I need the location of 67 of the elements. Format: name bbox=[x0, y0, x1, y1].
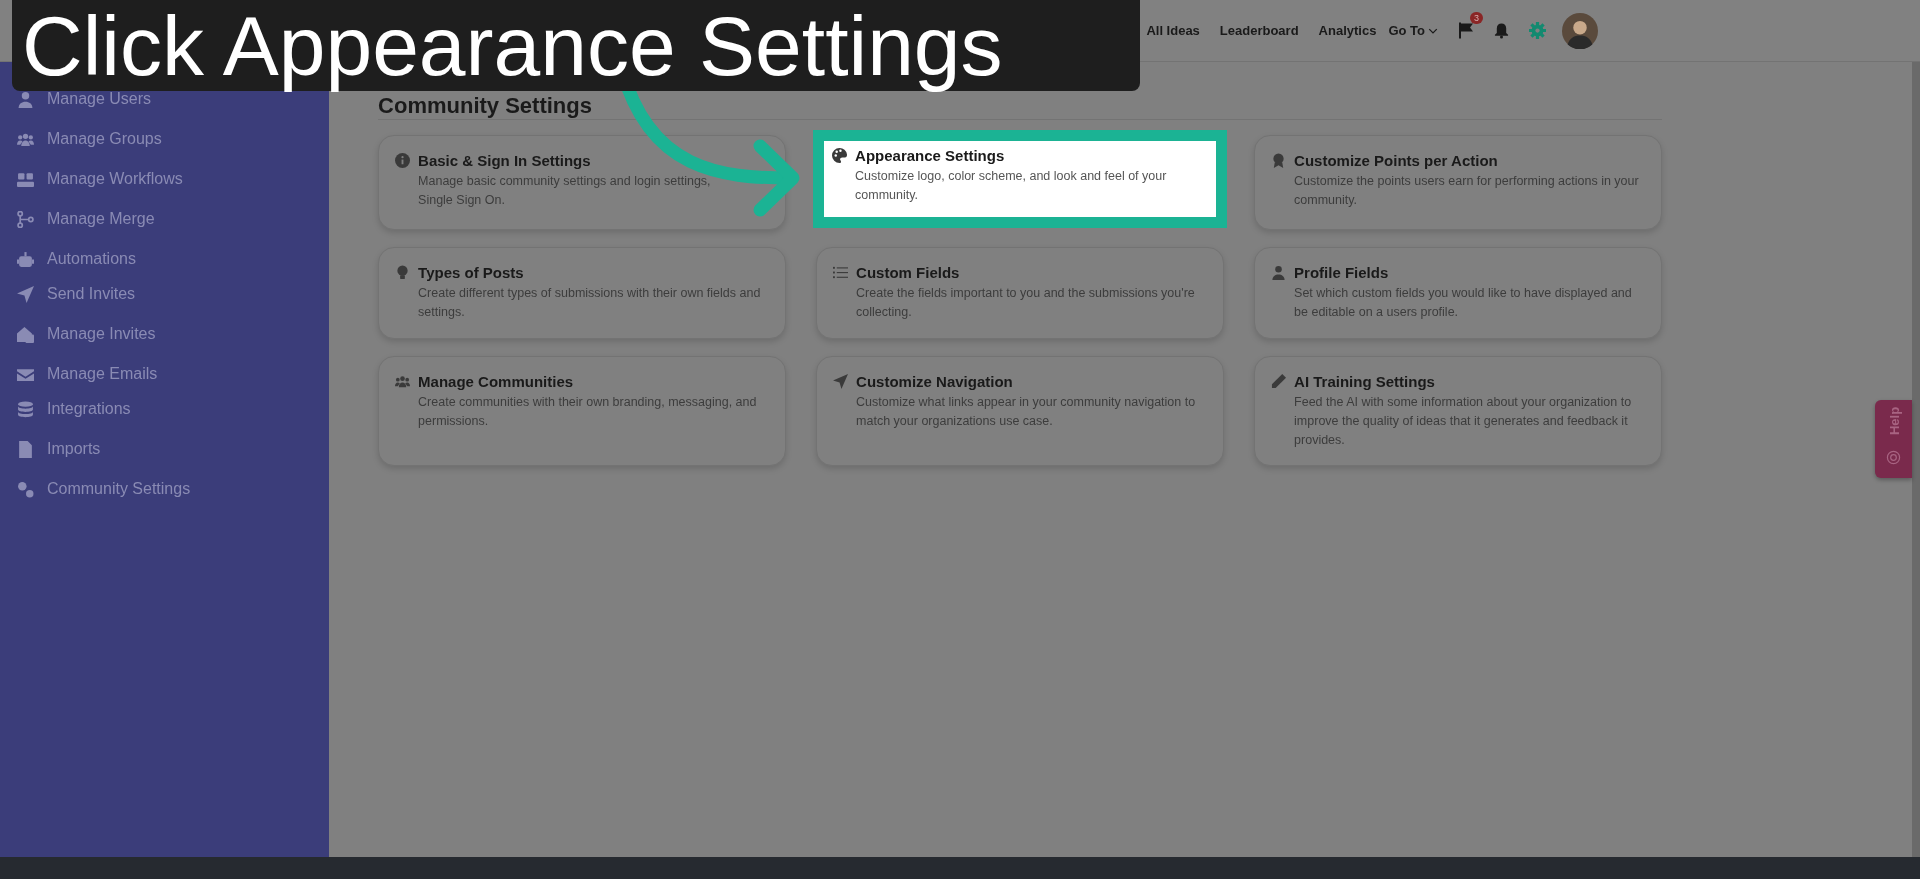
sidebar-item[interactable]: Manage Invites bbox=[47, 325, 156, 343]
sidebar-item[interactable]: Manage Groups bbox=[47, 130, 162, 148]
card-title: Types of Posts bbox=[418, 264, 524, 281]
settings-card[interactable]: Custom Fields Create the fields important to you and the submissions you're collecting. bbox=[816, 247, 1225, 339]
settings-card[interactable]: Appearance Settings Customize logo, color scheme, and look and feel of your community. bbox=[813, 130, 1228, 228]
card-title: Appearance Settings bbox=[855, 147, 1005, 164]
settings-card[interactable]: Customize Navigation Customize what links appear in your community navigation to match your organizations use case. bbox=[816, 356, 1225, 466]
branch-icon bbox=[17, 210, 34, 228]
people-icon bbox=[395, 374, 411, 389]
flag-icon[interactable] bbox=[1458, 22, 1474, 39]
sidebar-item[interactable]: Manage Workflows bbox=[47, 170, 183, 188]
card-title: Manage Communities bbox=[418, 373, 574, 390]
card-title: Custom Fields bbox=[856, 264, 960, 281]
avatar[interactable] bbox=[1562, 12, 1598, 49]
database-icon bbox=[17, 400, 34, 418]
settings-card[interactable]: Profile Fields Set which custom fields you would like to have displayed and be editable on a users profile. bbox=[1254, 247, 1663, 339]
card-description: Feed the AI with some information about your organization to improve the quality of ideas that it generates and feedback it provides. bbox=[1293, 394, 1633, 449]
card-description: Manage basic community settings and login settings, bbox=[417, 173, 712, 190]
card-title: AI Training Settings bbox=[1294, 373, 1435, 390]
workflow-icon bbox=[17, 170, 34, 188]
sidebar-item[interactable]: Imports bbox=[47, 440, 101, 458]
goto-menu[interactable]: Go To bbox=[1388, 23, 1438, 38]
card-description: Customize logo, color scheme, and look and feel of your community. bbox=[854, 168, 1168, 204]
person-icon bbox=[17, 90, 34, 108]
nav-link[interactable]: Analytics bbox=[1318, 23, 1377, 38]
nav-link[interactable]: All Ideas bbox=[1146, 23, 1200, 38]
card-description: Create different types of submissions with their own fields and settings. bbox=[417, 285, 762, 321]
card-title: Customize Points per Action bbox=[1294, 152, 1498, 169]
page-title: Community Settings bbox=[378, 93, 593, 119]
card-description: Customize the points users earn for performing actions in your community. bbox=[1293, 173, 1640, 209]
nav-link[interactable]: Leaderboard bbox=[1219, 23, 1299, 38]
sidebar-item[interactable]: Community Settings bbox=[47, 480, 191, 498]
bell-icon[interactable] bbox=[1494, 22, 1509, 39]
card-title: Basic & Sign In Settings bbox=[418, 152, 591, 169]
award-icon bbox=[1271, 153, 1287, 168]
help-label: Help bbox=[1886, 405, 1901, 436]
list-icon bbox=[833, 265, 849, 280]
person-icon bbox=[1271, 265, 1287, 280]
info-icon bbox=[395, 153, 411, 168]
pencil-icon bbox=[1271, 374, 1287, 389]
notification-badge: 3 bbox=[1470, 12, 1483, 24]
card-description: Customize what links appear in your community navigation to match your organizations use case. bbox=[855, 394, 1197, 430]
card-description: Single Sign On. bbox=[417, 192, 506, 209]
sidebar-item[interactable]: Integrations bbox=[47, 400, 131, 418]
sidebar-item[interactable]: Automations bbox=[47, 250, 136, 268]
card-description: Create communities with their own branding, messaging, and permissions. bbox=[417, 394, 758, 430]
file-icon bbox=[17, 440, 34, 458]
sidebar-item[interactable]: Manage Emails bbox=[47, 365, 158, 383]
robot-icon bbox=[17, 250, 34, 268]
settings-card[interactable]: Basic & Sign In Settings Manage basic community settings and login settings, Single Sign On. bbox=[378, 135, 787, 230]
paper-plane-icon bbox=[17, 285, 34, 303]
card-description: Create the fields important to you and the submissions you're collecting. bbox=[855, 285, 1196, 321]
settings-card[interactable]: Types of Posts Create different types of submissions with their own fields and settings. bbox=[378, 247, 787, 339]
settings-card[interactable]: Customize Points per Action Customize the points users earn for performing actions in your community. bbox=[1254, 135, 1663, 230]
lifebuoy-icon bbox=[1886, 449, 1901, 465]
sidebar-item[interactable]: Manage Users bbox=[47, 90, 152, 108]
settings-card[interactable]: Manage Communities Create communities with their own branding, messaging, and permissions. bbox=[378, 356, 787, 466]
sidebar-item[interactable]: Send Invites bbox=[47, 285, 136, 303]
location-arrow-icon bbox=[833, 374, 849, 389]
lightbulb-icon bbox=[395, 265, 411, 280]
settings-card[interactable]: AI Training Settings Feed the AI with some information about your organization to improve the quality of ideas that it generates and feedback it provides. bbox=[1254, 356, 1663, 466]
card-title: Customize Navigation bbox=[856, 373, 1013, 390]
sidebar-item[interactable]: Manage Merge bbox=[47, 210, 155, 228]
card-title: Profile Fields bbox=[1294, 264, 1389, 281]
palette-icon bbox=[832, 148, 848, 163]
house-icon bbox=[17, 325, 34, 343]
card-description: Set which custom fields you would like to have displayed and be editable on a users profile. bbox=[1293, 285, 1633, 321]
